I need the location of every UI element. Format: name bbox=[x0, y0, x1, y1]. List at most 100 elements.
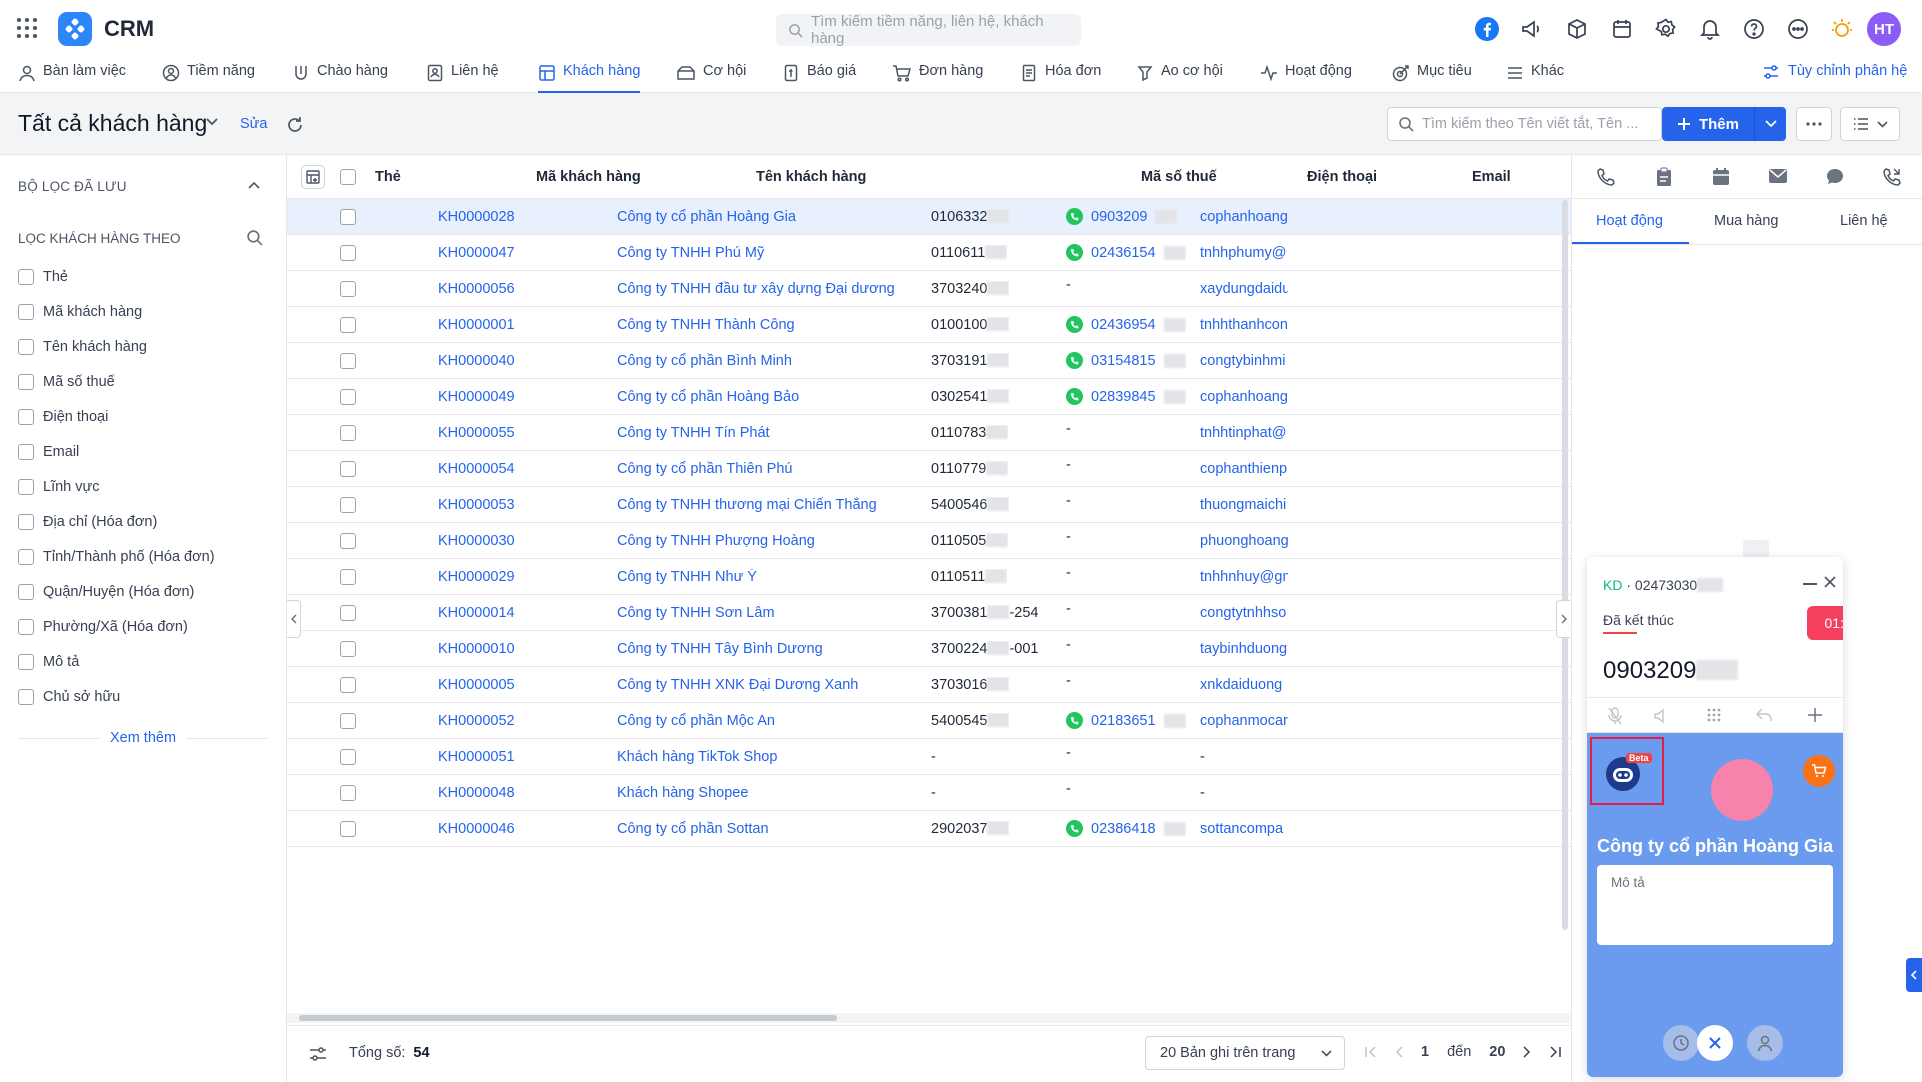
customer-code-link[interactable]: KH0000052 bbox=[438, 713, 515, 729]
phone-call-icon[interactable] bbox=[1066, 712, 1083, 729]
customer-name-link[interactable]: Công ty cổ phần Bình Minh bbox=[617, 353, 792, 369]
phone-call-icon[interactable] bbox=[1066, 208, 1083, 225]
customer-name-link[interactable]: Công ty cổ phần Sottan bbox=[617, 821, 769, 837]
email-link[interactable]: - bbox=[1200, 785, 1288, 801]
next-page-icon[interactable] bbox=[1523, 1046, 1531, 1058]
close-icon[interactable] bbox=[1823, 575, 1837, 589]
chat-icon[interactable] bbox=[1825, 167, 1845, 187]
table-row[interactable]: KH0000054 Công ty cổ phần Thiên Phú 011077… bbox=[287, 451, 1571, 487]
table-row[interactable]: KH0000028 Công ty cổ phần Hoàng Gia 010633… bbox=[287, 199, 1571, 235]
checkbox[interactable] bbox=[18, 339, 34, 355]
customer-code-link[interactable]: KH0000046 bbox=[438, 821, 515, 837]
checkbox[interactable] bbox=[18, 269, 34, 285]
customer-name-link[interactable]: Khách hàng TikTok Shop bbox=[617, 749, 777, 765]
tab-hoat-dong[interactable]: Hoạt động bbox=[1596, 213, 1663, 229]
customer-code-link[interactable]: KH0000001 bbox=[438, 317, 515, 333]
nav-item-tiem-nang[interactable]: Tiềm năng bbox=[162, 63, 255, 93]
phone-number[interactable]: 03154815 bbox=[1091, 353, 1156, 369]
gift-icon[interactable] bbox=[1829, 16, 1855, 42]
row-checkbox[interactable] bbox=[340, 569, 356, 585]
customer-code-link[interactable]: KH0000030 bbox=[438, 533, 515, 549]
email-link[interactable]: cophanmocar bbox=[1200, 713, 1288, 729]
search-icon[interactable] bbox=[246, 229, 263, 246]
refresh-icon[interactable] bbox=[285, 115, 305, 135]
customize-modules-link[interactable]: Tùy chỉnh phân hệ bbox=[1762, 63, 1907, 81]
chat-more-icon[interactable] bbox=[1785, 16, 1811, 42]
phone-number[interactable]: 02436954 bbox=[1091, 317, 1156, 333]
customer-name-link[interactable]: Công ty TNHH Phượng Hoàng bbox=[617, 533, 815, 549]
email-link[interactable]: congtybinhmi bbox=[1200, 353, 1288, 369]
filter-item[interactable]: Quận/Huyện (Hóa đơn) bbox=[18, 584, 194, 600]
global-search-input[interactable]: Tìm kiếm tiềm năng, liên hệ, khách hàng bbox=[776, 13, 1081, 47]
email-link[interactable]: tnhhtinphat@ bbox=[1200, 425, 1288, 441]
table-row[interactable]: KH0000040 Công ty cổ phần Bình Minh 370319… bbox=[287, 343, 1571, 379]
checkbox[interactable] bbox=[18, 689, 34, 705]
settings-icon[interactable] bbox=[1653, 16, 1679, 42]
bell-icon[interactable] bbox=[1697, 16, 1723, 42]
row-checkbox[interactable] bbox=[340, 713, 356, 729]
email-link[interactable]: cophanthienp bbox=[1200, 461, 1288, 477]
contact-profile-icon[interactable] bbox=[1747, 1025, 1783, 1061]
customer-name-link[interactable]: Công ty TNHH đầu tư xây dựng Đại dương bbox=[617, 281, 895, 297]
more-options-button[interactable] bbox=[1796, 107, 1832, 141]
column-settings-icon[interactable] bbox=[301, 165, 325, 189]
email-link[interactable]: thuongmaichi bbox=[1200, 497, 1288, 513]
phone-number[interactable]: 02839845 bbox=[1091, 389, 1156, 405]
table-row[interactable]: KH0000001 Công ty TNHH Thành Công 0100100 0… bbox=[287, 307, 1571, 343]
email-link[interactable]: phuonghoang bbox=[1200, 533, 1288, 549]
view-mode-button[interactable] bbox=[1840, 107, 1900, 141]
email-link[interactable]: tnhhnhuy@gn bbox=[1200, 569, 1288, 585]
customer-name-link[interactable]: Công ty cổ phần Hoàng Bảo bbox=[617, 389, 799, 405]
filter-item[interactable]: Điện thoại bbox=[18, 409, 108, 425]
call-description-input[interactable]: Mô tả bbox=[1597, 865, 1833, 945]
checkbox[interactable] bbox=[18, 549, 34, 565]
customer-code-link[interactable]: KH0000010 bbox=[438, 641, 515, 657]
collapse-right-panel-button[interactable] bbox=[1556, 600, 1570, 638]
checkbox[interactable] bbox=[18, 304, 34, 320]
customer-code-link[interactable]: KH0000048 bbox=[438, 785, 515, 801]
column-header[interactable]: Điện thoại bbox=[1307, 169, 1377, 185]
checkbox[interactable] bbox=[18, 374, 34, 390]
table-row[interactable]: KH0000030 Công ty TNHH Phượng Hoàng 011050… bbox=[287, 523, 1571, 559]
customer-name-link[interactable]: Công ty cổ phần Hoàng Gia bbox=[617, 209, 796, 225]
customer-name-link[interactable]: Công ty TNHH Sơn Lâm bbox=[617, 605, 775, 621]
phone-call-icon[interactable] bbox=[1066, 316, 1083, 333]
table-row[interactable]: KH0000014 Công ty TNHH Sơn Lâm 3700381 -254… bbox=[287, 595, 1571, 631]
select-all-checkbox[interactable] bbox=[340, 169, 356, 185]
filter-item[interactable]: Email bbox=[18, 444, 79, 460]
row-checkbox[interactable] bbox=[340, 425, 356, 441]
customer-name-link[interactable]: Công ty TNHH Phú Mỹ bbox=[617, 245, 764, 261]
add-call-icon[interactable] bbox=[1807, 707, 1823, 723]
call-history-icon[interactable] bbox=[1882, 167, 1902, 187]
customer-code-link[interactable]: KH0000056 bbox=[438, 281, 515, 297]
column-header[interactable]: Thẻ bbox=[375, 169, 401, 185]
end-call-close-icon[interactable] bbox=[1697, 1025, 1733, 1061]
nav-item-ao-co-hoi[interactable]: Ao cơ hội bbox=[1136, 63, 1223, 93]
phone-number[interactable]: 02386418 bbox=[1091, 821, 1156, 837]
expand-side-tab[interactable] bbox=[1906, 958, 1922, 992]
phone-call-icon[interactable] bbox=[1066, 352, 1083, 369]
avatar[interactable]: HT bbox=[1867, 12, 1901, 46]
customer-name-link[interactable]: Công ty TNHH Như Ý bbox=[617, 569, 757, 585]
page-title[interactable]: Tất cả khách hàng bbox=[18, 110, 207, 137]
table-horizontal-scrollbar[interactable] bbox=[287, 1013, 1571, 1023]
facebook-icon[interactable] bbox=[1474, 16, 1500, 42]
customer-name-link[interactable]: Công ty TNHH Thành Công bbox=[617, 317, 795, 333]
cart-icon[interactable] bbox=[1803, 755, 1835, 787]
collapse-left-panel-button[interactable] bbox=[287, 600, 301, 638]
email-link[interactable]: tnhhthanhcon bbox=[1200, 317, 1288, 333]
help-icon[interactable] bbox=[1741, 16, 1767, 42]
nav-item-hoat-dong[interactable]: Hoạt động bbox=[1260, 63, 1352, 93]
history-icon[interactable] bbox=[1663, 1025, 1699, 1061]
table-row[interactable]: KH0000051 Khách hàng TikTok Shop - - - bbox=[287, 739, 1571, 775]
minimize-icon[interactable] bbox=[1803, 583, 1817, 585]
table-row[interactable]: KH0000056 Công ty TNHH đầu tư xây dựng Đạ… bbox=[287, 271, 1571, 307]
row-checkbox[interactable] bbox=[340, 605, 356, 621]
nav-item-lien-he[interactable]: Liên hệ bbox=[426, 63, 499, 93]
customer-code-link[interactable]: KH0000049 bbox=[438, 389, 515, 405]
checkbox[interactable] bbox=[18, 479, 34, 495]
row-checkbox[interactable] bbox=[340, 389, 356, 405]
first-page-icon[interactable] bbox=[1365, 1046, 1377, 1058]
email-link[interactable]: - bbox=[1200, 749, 1288, 765]
nav-item-chao-hang[interactable]: Chào hàng bbox=[292, 63, 388, 93]
